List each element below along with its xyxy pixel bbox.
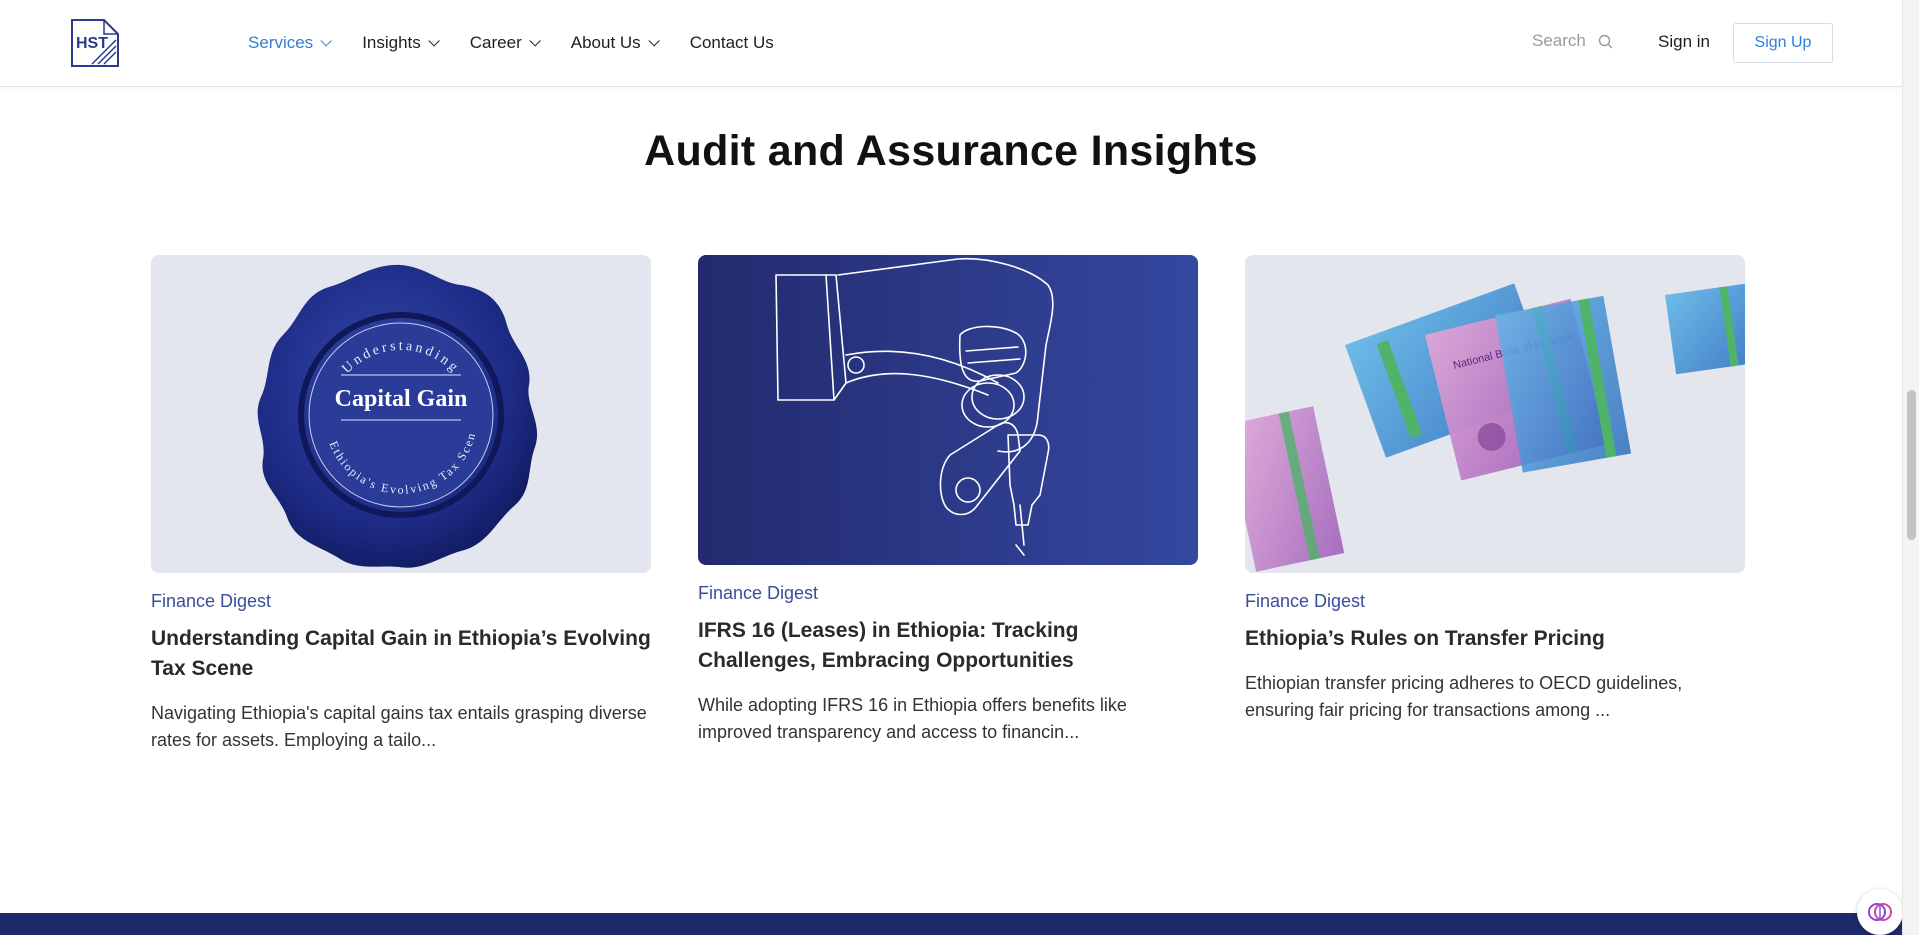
chevron-down-icon	[648, 34, 660, 47]
main-nav: Services Insights Career About Us Contac…	[248, 0, 808, 85]
nav-item-career[interactable]: Career	[469, 32, 541, 53]
card-title[interactable]: Understanding Capital Gain in Ethiopia’s…	[151, 624, 651, 684]
chevron-down-icon	[428, 34, 440, 47]
wax-seal-image[interactable]: Understanding Capital Gain in Ethiopia's…	[151, 255, 651, 573]
section-title: Audit and Assurance Insights	[644, 127, 1258, 175]
nav-item-about-us[interactable]: About Us	[570, 32, 660, 53]
card-category[interactable]: Finance Digest	[151, 591, 651, 612]
chevron-down-icon	[320, 34, 332, 47]
nav-label: Contact Us	[689, 32, 774, 52]
nav-label: Services	[248, 32, 314, 52]
search-icon[interactable]	[1598, 34, 1613, 49]
logo-text: HST	[76, 35, 108, 52]
card-description: Ethiopian transfer pricing adheres to OE…	[1245, 673, 1683, 720]
search-box[interactable]: Search	[1532, 31, 1613, 51]
card-category[interactable]: Finance Digest	[1245, 591, 1745, 612]
search-label: Search	[1532, 31, 1586, 50]
chevron-down-icon	[529, 34, 541, 47]
site-header: HST Services Insights Career About Us Co…	[0, 0, 1902, 87]
footer-strip	[0, 913, 1902, 935]
insight-card[interactable]: National Bank of Ethiopia Finance Digest…	[1245, 255, 1745, 724]
card-title[interactable]: Ethiopia’s Rules on Transfer Pricing	[1245, 624, 1745, 654]
nav-label: Career	[469, 32, 522, 52]
nav-item-services[interactable]: Services	[248, 32, 332, 53]
hst-logo[interactable]: HST	[70, 18, 120, 68]
card-description: Navigating Ethiopia's capital gains tax …	[151, 703, 647, 750]
vertical-scrollbar[interactable]	[1902, 0, 1919, 935]
nav-item-insights[interactable]: Insights	[362, 32, 440, 53]
insight-card[interactable]: Finance Digest IFRS 16 (Leases) in Ethio…	[698, 255, 1198, 746]
card-title[interactable]: IFRS 16 (Leases) in Ethiopia: Tracking C…	[698, 616, 1198, 676]
brain-icon	[1868, 903, 1892, 921]
signup-button[interactable]: Sign Up	[1733, 23, 1833, 63]
card-description: While adopting IFRS 16 in Ethiopia offer…	[698, 695, 1127, 742]
hand-holding-keys-image[interactable]	[698, 255, 1198, 565]
ethiopian-banknotes-image[interactable]: National Bank of Ethiopia	[1245, 255, 1745, 573]
seal-center-text: Capital Gain	[335, 386, 468, 412]
nav-item-contact-us[interactable]: Contact Us	[690, 33, 774, 53]
nav-label: Insights	[362, 32, 421, 52]
card-category[interactable]: Finance Digest	[698, 583, 1198, 604]
chat-widget-button[interactable]	[1857, 889, 1903, 935]
scrollbar-thumb[interactable]	[1907, 390, 1916, 540]
signin-link[interactable]: Sign in	[1658, 32, 1710, 52]
nav-label: About Us	[570, 32, 641, 52]
insight-card[interactable]: Understanding Capital Gain in Ethiopia's…	[151, 255, 651, 754]
